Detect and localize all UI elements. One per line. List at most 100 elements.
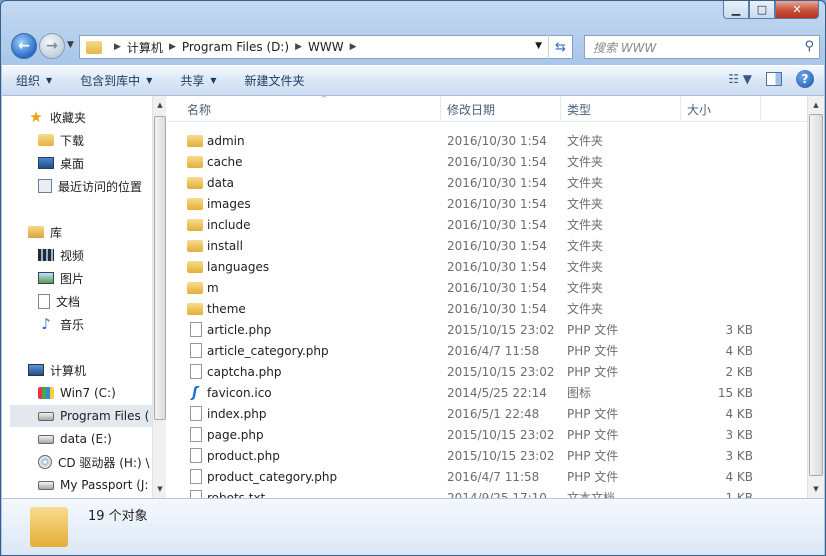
nav-drive-e[interactable]: data (E:) [38, 428, 152, 450]
share-menu[interactable]: 共享 ▼ [166, 66, 230, 95]
table-row[interactable]: captcha.php 2015/10/15 23:02 PHP 文件 2 KB [167, 361, 807, 382]
file-scroll-thumb[interactable] [809, 114, 823, 476]
nav-pictures[interactable]: 图片 [38, 267, 152, 289]
nav-label: 文档 [56, 294, 81, 309]
table-row[interactable]: ʃ favicon.ico 2014/5/25 22:14 图标 15 KB [167, 382, 807, 403]
file-scrollbar[interactable]: ▲ ▼ [807, 96, 824, 498]
nav-documents[interactable]: 文档 [38, 290, 152, 312]
table-row[interactable]: admin 2016/10/30 1:54 文件夹 [167, 130, 807, 151]
file-type: 文件夹 [567, 239, 604, 253]
file-date: 2016/10/30 1:54 [447, 238, 547, 253]
file-name: favicon.ico [207, 385, 272, 400]
nav-drive-c[interactable]: Win7 (C:) [38, 382, 152, 404]
refresh-button[interactable]: ⇆ [548, 35, 572, 59]
table-row[interactable]: cache 2016/10/30 1:54 文件夹 [167, 151, 807, 172]
file-date: 2016/5/1 22:48 [447, 406, 540, 421]
column-name-label: 名称 [187, 102, 212, 117]
nav-favorites[interactable]: ★ 收藏夹 [28, 106, 152, 128]
back-button[interactable]: ← [11, 33, 37, 59]
file-date: 2015/10/15 23:02 [447, 322, 555, 337]
table-row[interactable]: theme 2016/10/30 1:54 文件夹 [167, 298, 807, 319]
table-row[interactable]: languages 2016/10/30 1:54 文件夹 [167, 256, 807, 277]
address-dropdown-icon[interactable]: ▼ [535, 41, 542, 51]
scroll-down-icon[interactable]: ▼ [809, 482, 823, 496]
nav-computer[interactable]: 计算机 [28, 359, 152, 381]
table-row[interactable]: article_category.php 2016/4/7 11:58 PHP 文件… [167, 340, 807, 361]
scroll-up-icon[interactable]: ▲ [153, 98, 167, 112]
nav-label: 音乐 [60, 317, 85, 332]
nav-scroll-thumb[interactable] [154, 116, 166, 420]
nav-scrollbar[interactable]: ▲ ▼ [152, 96, 166, 498]
breadcrumb-www[interactable]: WWW [308, 40, 344, 54]
nav-recent[interactable]: 最近访问的位置 [38, 175, 152, 197]
close-button[interactable]: ✕ [775, 1, 819, 19]
table-row[interactable]: article.php 2015/10/15 23:02 PHP 文件 3 KB [167, 319, 807, 340]
recent-pages-dropdown[interactable]: ▼ [67, 40, 74, 50]
address-bar[interactable]: ▶ 计算机 ▶ Program Files (D:) ▶ WWW ▶ ▼ ⇆ [79, 35, 573, 59]
column-date[interactable]: 修改日期 [441, 96, 561, 122]
music-icon: ♪ [41, 315, 51, 333]
document-icon [38, 293, 50, 309]
table-row[interactable]: install 2016/10/30 1:54 文件夹 [167, 235, 807, 256]
new-folder-button[interactable]: 新建文件夹 [231, 66, 319, 95]
include-library-menu[interactable]: 包含到库中 ▼ [66, 66, 166, 95]
column-size[interactable]: 大小 [681, 96, 761, 122]
computer-icon [28, 364, 44, 376]
file-name: page.php [207, 427, 264, 442]
minimize-button[interactable]: ▁ [723, 1, 749, 19]
help-icon[interactable]: ? [796, 70, 814, 88]
breadcrumb-drive-d[interactable]: Program Files (D:) [182, 40, 289, 54]
file-icon [190, 343, 202, 358]
folder-icon [187, 282, 203, 294]
folder-icon [86, 40, 102, 54]
table-row[interactable]: robots.txt 2014/9/25 17:10 文本文档 1 KB [167, 487, 807, 498]
preview-pane-icon[interactable] [766, 72, 782, 86]
table-row[interactable]: m 2016/10/30 1:54 文件夹 [167, 277, 807, 298]
minimize-icon: ▁ [731, 3, 741, 16]
file-size: 3 KB [725, 448, 753, 463]
table-row[interactable]: page.php 2015/10/15 23:02 PHP 文件 3 KB [167, 424, 807, 445]
file-name: m [207, 280, 219, 295]
table-row[interactable]: data 2016/10/30 1:54 文件夹 [167, 172, 807, 193]
file-name: theme [207, 301, 246, 316]
chevron-right-icon[interactable]: ▶ [169, 42, 176, 52]
table-row[interactable]: images 2016/10/30 1:54 文件夹 [167, 193, 807, 214]
nav-drive-h[interactable]: CD 驱动器 (H:) \ [38, 451, 152, 473]
chevron-right-icon[interactable]: ▶ [295, 42, 302, 52]
recent-places-icon [38, 179, 52, 193]
table-row[interactable]: product_category.php 2016/4/7 11:58 PHP 文件… [167, 466, 807, 487]
file-name: article.php [207, 322, 272, 337]
table-row[interactable]: product.php 2015/10/15 23:02 PHP 文件 3 KB [167, 445, 807, 466]
file-date: 2014/5/25 22:14 [447, 385, 547, 400]
column-type[interactable]: 类型 [561, 96, 681, 122]
table-row[interactable]: index.php 2016/5/1 22:48 PHP 文件 4 KB [167, 403, 807, 424]
nav-desktop[interactable]: 桌面 [38, 152, 152, 174]
nav-drive-d[interactable]: Program Files ( [10, 405, 152, 427]
chevron-right-icon[interactable]: ▶ [350, 42, 357, 52]
search-input[interactable]: 搜索 WWW ⚲ [584, 35, 820, 59]
nav-downloads[interactable]: 下载 [38, 129, 152, 151]
maximize-button[interactable]: □ [749, 1, 775, 19]
nav-videos[interactable]: 视频 [38, 244, 152, 266]
nav-drive-j[interactable]: My Passport (J: [38, 474, 152, 496]
file-type: PHP 文件 [567, 470, 619, 484]
folder-large-icon [30, 507, 68, 547]
scroll-down-icon[interactable]: ▼ [153, 482, 167, 496]
column-name[interactable]: 名称 ^ [181, 96, 441, 122]
table-row[interactable]: include 2016/10/30 1:54 文件夹 [167, 214, 807, 235]
file-size: 4 KB [725, 406, 753, 421]
close-icon: ✕ [792, 3, 802, 16]
file-type: PHP 文件 [567, 365, 619, 379]
nav-music[interactable]: ♪ 音乐 [38, 313, 152, 335]
view-options-icon[interactable]: ☷ ▼ [728, 72, 752, 86]
chevron-right-icon[interactable]: ▶ [114, 42, 121, 52]
organize-menu[interactable]: 组织 ▼ [2, 66, 66, 95]
file-date: 2016/10/30 1:54 [447, 175, 547, 190]
nav-libraries[interactable]: 库 [28, 221, 152, 243]
downloads-folder-icon [38, 134, 54, 146]
search-icon[interactable]: ⚲ [804, 39, 814, 54]
forward-button[interactable]: → [39, 33, 65, 59]
scroll-up-icon[interactable]: ▲ [809, 98, 823, 112]
include-library-label: 包含到库中 [80, 74, 141, 88]
breadcrumb-computer[interactable]: 计算机 [127, 39, 163, 56]
